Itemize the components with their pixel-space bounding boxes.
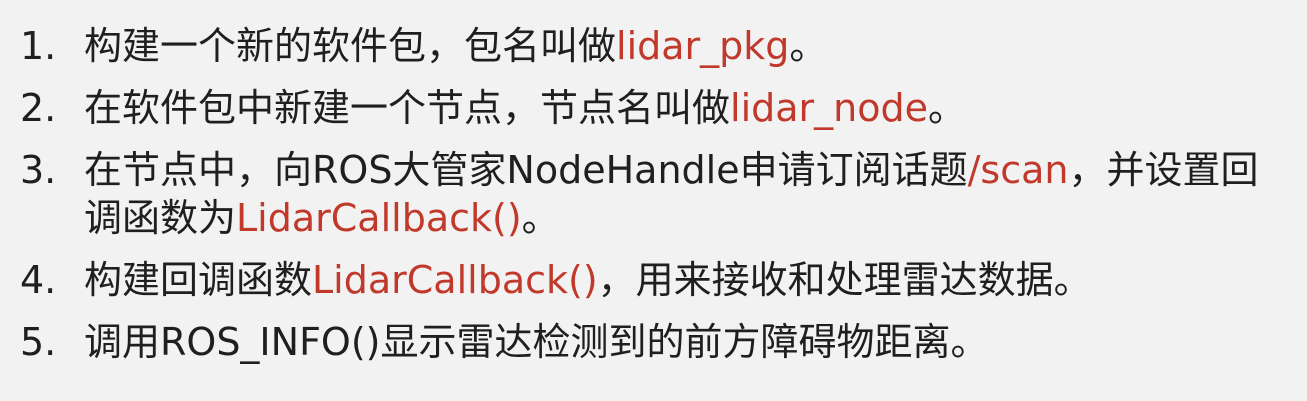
slide: 1. 构建一个新的软件包，包名叫做lidar_pkg。 2. 在软件包中新建一个… bbox=[0, 0, 1307, 401]
step-text-plain: 在软件包中新建一个节点，节点名叫做 bbox=[84, 86, 731, 130]
step-text: 构建一个新的软件包，包名叫做lidar_pkg。 bbox=[84, 22, 1289, 70]
step-2: 2. 在软件包中新建一个节点，节点名叫做lidar_node。 bbox=[20, 84, 1289, 132]
callback-name-highlight: LidarCallback() bbox=[312, 258, 598, 302]
node-name-highlight: lidar_node bbox=[730, 86, 928, 130]
step-5: 5. 调用ROS_INFO()显示雷达检测到的前方障碍物距离。 bbox=[20, 318, 1289, 366]
step-3: 3. 在节点中，向ROS大管家NodeHandle申请订阅话题/scan，并设置… bbox=[20, 146, 1289, 242]
step-text-plain: 调用ROS_INFO()显示雷达检测到的前方障碍物距离。 bbox=[84, 320, 989, 364]
step-text-plain: 构建一个新的软件包，包名叫做 bbox=[84, 24, 617, 68]
step-text: 在软件包中新建一个节点，节点名叫做lidar_node。 bbox=[84, 84, 1289, 132]
step-number: 2. bbox=[20, 86, 57, 130]
step-text: 在节点中，向ROS大管家NodeHandle申请订阅话题/scan，并设置回调函… bbox=[84, 146, 1289, 242]
step-number: 1. bbox=[20, 24, 57, 68]
step-text: 调用ROS_INFO()显示雷达检测到的前方障碍物距离。 bbox=[84, 318, 1289, 366]
topic-name-highlight: /scan bbox=[967, 148, 1069, 192]
step-text-plain: 构建回调函数 bbox=[84, 258, 313, 302]
step-text-end: 。 bbox=[521, 196, 560, 240]
step-4: 4. 构建回调函数LidarCallback()，用来接收和处理雷达数据。 bbox=[20, 256, 1289, 304]
callback-name-highlight: LidarCallback() bbox=[236, 196, 522, 240]
step-1: 1. 构建一个新的软件包，包名叫做lidar_pkg。 bbox=[20, 22, 1289, 70]
step-text-end: 。 bbox=[928, 86, 967, 130]
step-text-end: ，用来接收和处理雷达数据。 bbox=[597, 258, 1092, 302]
step-text-plain: 在节点中，向ROS大管家NodeHandle申请订阅话题 bbox=[84, 148, 968, 192]
step-number: 4. bbox=[20, 258, 57, 302]
steps-list: 1. 构建一个新的软件包，包名叫做lidar_pkg。 2. 在软件包中新建一个… bbox=[20, 22, 1289, 366]
step-number: 3. bbox=[20, 148, 57, 192]
step-text-end: 。 bbox=[789, 24, 828, 68]
step-text: 构建回调函数LidarCallback()，用来接收和处理雷达数据。 bbox=[84, 256, 1289, 304]
step-number: 5. bbox=[20, 320, 57, 364]
package-name-highlight: lidar_pkg bbox=[616, 24, 790, 68]
